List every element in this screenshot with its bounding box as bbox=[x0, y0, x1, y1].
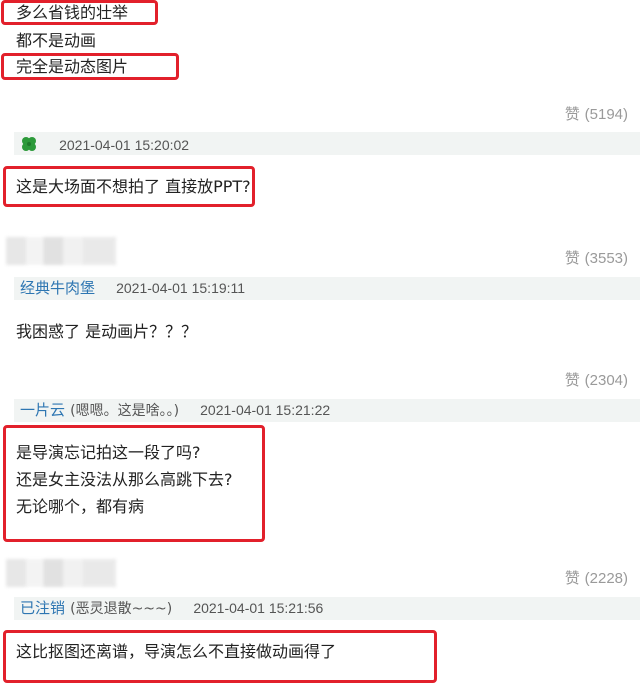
like-number: (5194) bbox=[584, 106, 628, 123]
like-label: 赞 bbox=[564, 105, 580, 123]
comment-time: 2021-04-01 15:21:22 bbox=[200, 402, 331, 418]
like-count[interactable]: 赞 (2304) bbox=[565, 369, 640, 390]
comment-time: 2021-04-01 15:19:11 bbox=[116, 280, 246, 296]
comment-time: 2021-04-01 15:20:02 bbox=[59, 137, 190, 153]
comment-meta-bar: 2021-04-01 15:20:02 bbox=[14, 132, 640, 155]
comment-user-note: (嗯嗯。这是啥。。) bbox=[70, 403, 180, 419]
like-number: (2228) bbox=[584, 570, 628, 587]
comment-time: 2021-04-01 15:21:56 bbox=[193, 600, 324, 616]
comment-username[interactable]: 已注销 bbox=[20, 599, 65, 617]
comment-username[interactable]: 经典牛肉堡 bbox=[20, 279, 95, 297]
comment-meta-bar: 已注销 (恶灵退散~~~) 2021-04-01 15:21:56 bbox=[14, 597, 640, 620]
comment-user-note: (恶灵退散~~~) bbox=[70, 601, 173, 617]
like-label: 赞 bbox=[564, 569, 580, 587]
blurred-avatar bbox=[6, 559, 116, 587]
like-count[interactable]: 赞 (3553) bbox=[565, 247, 640, 268]
comment-meta-bar: 一片云 (嗯嗯。这是啥。。) 2021-04-01 15:21:22 bbox=[14, 399, 640, 422]
like-count[interactable]: 赞 (5194) bbox=[565, 103, 640, 124]
highlight-box-comment-1 bbox=[3, 166, 255, 207]
like-number: (3553) bbox=[584, 250, 628, 267]
highlight-box-comment-3 bbox=[3, 425, 265, 542]
top-text-line-2: 都不是动画 bbox=[16, 31, 97, 50]
like-number: (2304) bbox=[584, 372, 628, 389]
blurred-avatar bbox=[6, 237, 116, 265]
comment-text: 我困惑了 是动画片？？？ bbox=[16, 322, 198, 341]
like-count[interactable]: 赞 (2228) bbox=[565, 567, 640, 588]
highlight-box-comment-4 bbox=[3, 630, 437, 683]
like-label: 赞 bbox=[564, 249, 580, 267]
comment-username[interactable]: 一片云 bbox=[20, 401, 65, 419]
like-label: 赞 bbox=[564, 371, 580, 389]
clover-avatar-icon[interactable] bbox=[20, 135, 38, 153]
comment-meta-bar: 经典牛肉堡 2021-04-01 15:19:11 bbox=[14, 277, 640, 300]
highlight-box-top-1 bbox=[1, 0, 158, 25]
highlight-box-top-2 bbox=[1, 53, 179, 80]
